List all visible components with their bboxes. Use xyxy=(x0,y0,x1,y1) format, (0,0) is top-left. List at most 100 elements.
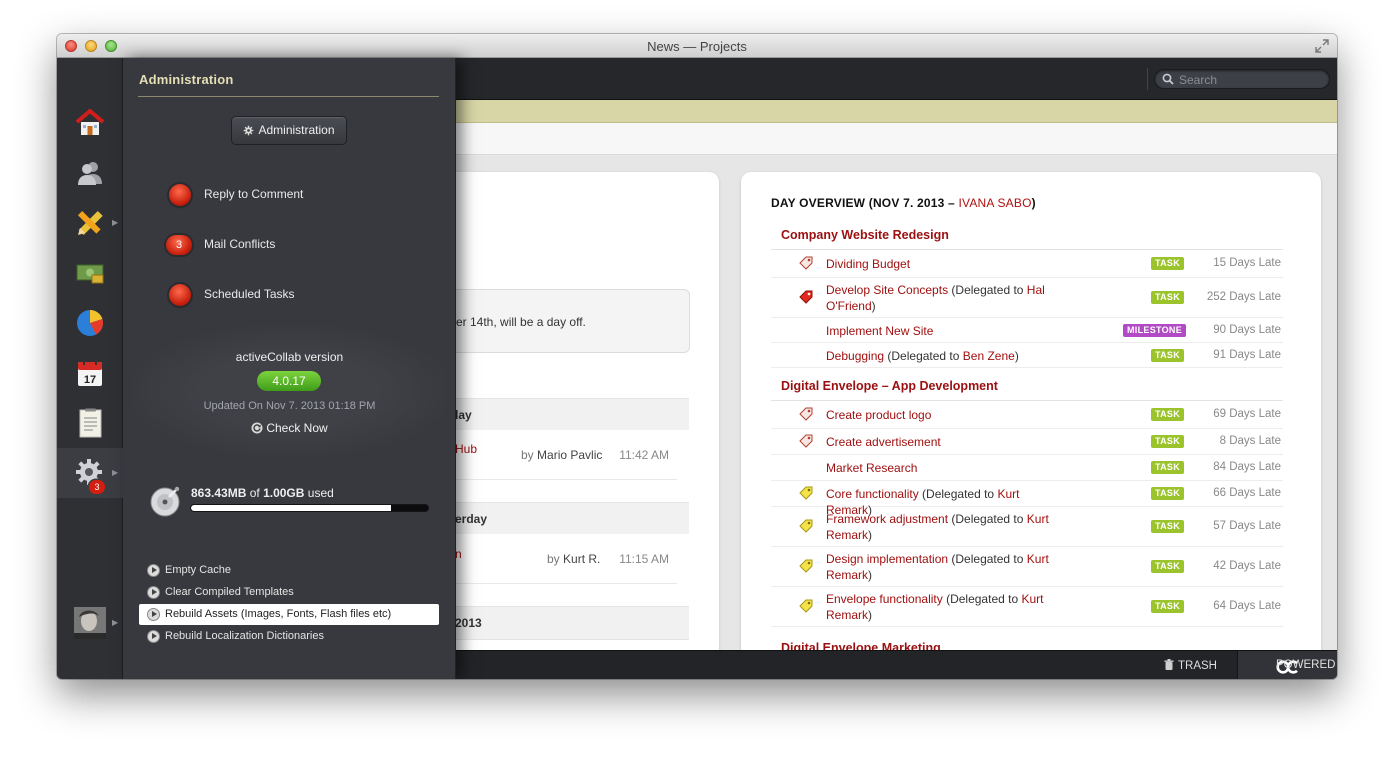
nav-administration[interactable]: 3 ▶ xyxy=(57,448,123,498)
late-status: 90 Days Late xyxy=(1213,324,1281,336)
label-yellow-icon[interactable] xyxy=(799,486,813,500)
action-label: Mail Conflicts xyxy=(204,237,276,251)
task-row[interactable]: Create advertisement TASK 8 Days Late xyxy=(771,429,1283,455)
news-item-author: by Mario Pavlic xyxy=(521,448,602,462)
check-now-button[interactable]: Check Now xyxy=(133,421,446,435)
task-link[interactable]: Market Research xyxy=(826,461,917,475)
nav-projects[interactable]: ▶ xyxy=(57,198,123,248)
task-row[interactable]: Core functionality (Delegated to Kurt Re… xyxy=(771,481,1283,517)
task-row[interactable]: Develop Site Concepts (Delegated to Hal … xyxy=(771,278,1283,318)
empty-cache-link[interactable]: Empty Cache xyxy=(139,560,439,581)
news-item-link[interactable]: Hub xyxy=(455,442,477,456)
scheduled-tasks-action[interactable]: Scheduled Tasks xyxy=(163,275,423,315)
task-link[interactable]: Create product logo xyxy=(826,408,931,422)
trash-button[interactable]: TRASH xyxy=(1164,659,1217,672)
label-yellow-icon[interactable] xyxy=(799,599,813,613)
label-yellow-icon[interactable] xyxy=(799,519,813,533)
author-name: Kurt R. xyxy=(563,552,601,566)
task-row[interactable]: Design implementation (Delegated to Kurt… xyxy=(771,547,1283,587)
link-label: Rebuild Localization Dictionaries xyxy=(165,630,324,642)
delegate-link[interactable]: Ben Zene xyxy=(963,349,1015,363)
nav-expand-arrow-icon: ▶ xyxy=(112,218,119,227)
disk-total-value: 1.00GB xyxy=(263,486,305,500)
notice-text: er 14th, will be a day off. xyxy=(456,315,586,329)
task-link[interactable]: Implement New Site xyxy=(826,324,933,338)
nav-reports[interactable] xyxy=(57,298,123,348)
news-item[interactable]: Hub by Mario Pavlic 11:42 AM xyxy=(455,432,677,480)
day-overview-title: DAY OVERVIEW (NOV 7. 2013 – IVANA SABO) xyxy=(771,196,1036,210)
task-name: Debugging (Delegated to Ben Zene) xyxy=(826,349,1019,363)
task-link[interactable]: Dividing Budget xyxy=(826,257,910,271)
administration-button[interactable]: Administration xyxy=(231,116,347,145)
notebook-icon xyxy=(74,407,106,439)
nav-invoices[interactable] xyxy=(57,248,123,298)
news-group-heading: 2013 xyxy=(455,606,689,640)
author-name: Mario Pavlic xyxy=(537,448,603,462)
task-link[interactable]: Design implementation xyxy=(826,552,948,566)
task-name: Envelope functionality (Delegated to Kur… xyxy=(826,592,1044,622)
late-status: 15 Days Late xyxy=(1213,257,1281,269)
label-red-icon[interactable] xyxy=(799,256,813,270)
window-title: News — Projects xyxy=(647,39,747,54)
task-badge: TASK xyxy=(1151,291,1185,304)
task-row[interactable]: Create product logo TASK 69 Days Late xyxy=(771,401,1283,429)
mail-conflicts-action[interactable]: 3 Mail Conflicts xyxy=(163,225,423,265)
task-row[interactable]: Dividing Budget TASK 15 Days Late xyxy=(771,250,1283,278)
task-link[interactable]: Core functionality xyxy=(826,487,919,501)
label-yellow-icon[interactable] xyxy=(799,559,813,573)
task-row[interactable]: Market Research TASK 84 Days Late xyxy=(771,455,1283,481)
play-icon xyxy=(147,586,160,599)
task-name: Dividing Budget xyxy=(826,256,1066,272)
nav-home[interactable] xyxy=(57,98,123,148)
late-status: 64 Days Late xyxy=(1213,600,1281,612)
project-title[interactable]: Company Website Redesign xyxy=(781,228,949,242)
reply-to-comment-action[interactable]: Reply to Comment xyxy=(163,175,423,215)
calendar-day: 17 xyxy=(84,374,96,386)
refresh-icon xyxy=(251,422,263,434)
milestone-badge: MILESTONE xyxy=(1123,324,1187,337)
news-group-heading: lay xyxy=(455,398,689,430)
task-link[interactable]: Create advertisement xyxy=(826,435,941,449)
rebuild-localization-dictionaries-link[interactable]: Rebuild Localization Dictionaries xyxy=(139,626,439,647)
disk-usage-bar xyxy=(190,504,429,512)
task-link[interactable]: Develop Site Concepts xyxy=(826,283,948,297)
rebuild-assets-link[interactable]: Rebuild Assets (Images, Fonts, Flash fil… xyxy=(139,604,439,625)
project-title[interactable]: Digital Envelope – App Development xyxy=(781,379,998,393)
nav-calendar[interactable]: 17 xyxy=(57,348,123,398)
task-row[interactable]: Implement New Site MILESTONE 90 Days Late xyxy=(771,318,1283,343)
task-badge: TASK xyxy=(1151,408,1185,421)
by-label: by xyxy=(521,448,534,462)
task-row[interactable]: Framework adjustment (Delegated to Kurt … xyxy=(771,507,1283,547)
disk-usage-fill xyxy=(191,505,391,511)
powered-button[interactable]: POWERED xyxy=(1237,651,1337,679)
clear-compiled-templates-link[interactable]: Clear Compiled Templates xyxy=(139,582,439,603)
disk-icon xyxy=(149,485,181,517)
fullscreen-icon[interactable] xyxy=(1315,39,1329,53)
task-link[interactable]: Envelope functionality xyxy=(826,592,943,606)
late-status: 8 Days Late xyxy=(1219,435,1281,447)
nav-expand-arrow-icon: ▶ xyxy=(112,618,119,627)
nav-people[interactable] xyxy=(57,148,123,198)
overview-user-link[interactable]: IVANA SABO xyxy=(958,196,1031,210)
news-item-link[interactable]: n xyxy=(455,547,462,561)
news-item[interactable]: n by Kurt R. 11:15 AM xyxy=(455,536,677,584)
search-input[interactable] xyxy=(1179,72,1324,87)
home-icon xyxy=(74,107,106,139)
version-badge: 4.0.17 xyxy=(257,371,321,391)
label-red-icon[interactable] xyxy=(799,407,813,421)
search-icon xyxy=(1162,73,1174,85)
label-red-icon[interactable] xyxy=(799,434,813,448)
task-link[interactable]: Framework adjustment xyxy=(826,512,948,526)
powered-label: POWERED xyxy=(1276,659,1336,671)
nav-user-profile[interactable]: ▶ xyxy=(57,598,123,648)
search-box[interactable] xyxy=(1154,69,1330,89)
task-badge: TASK xyxy=(1151,435,1185,448)
label-red-solid-icon[interactable] xyxy=(799,290,813,304)
nav-notebooks[interactable] xyxy=(57,398,123,448)
task-row[interactable]: Debugging (Delegated to Ben Zene) TASK 91 … xyxy=(771,343,1283,368)
trash-icon xyxy=(1164,659,1174,670)
action-label: Reply to Comment xyxy=(204,187,304,201)
link-label: Empty Cache xyxy=(165,564,232,576)
task-row[interactable]: Envelope functionality (Delegated to Kur… xyxy=(771,587,1283,627)
task-link[interactable]: Debugging xyxy=(826,349,884,363)
